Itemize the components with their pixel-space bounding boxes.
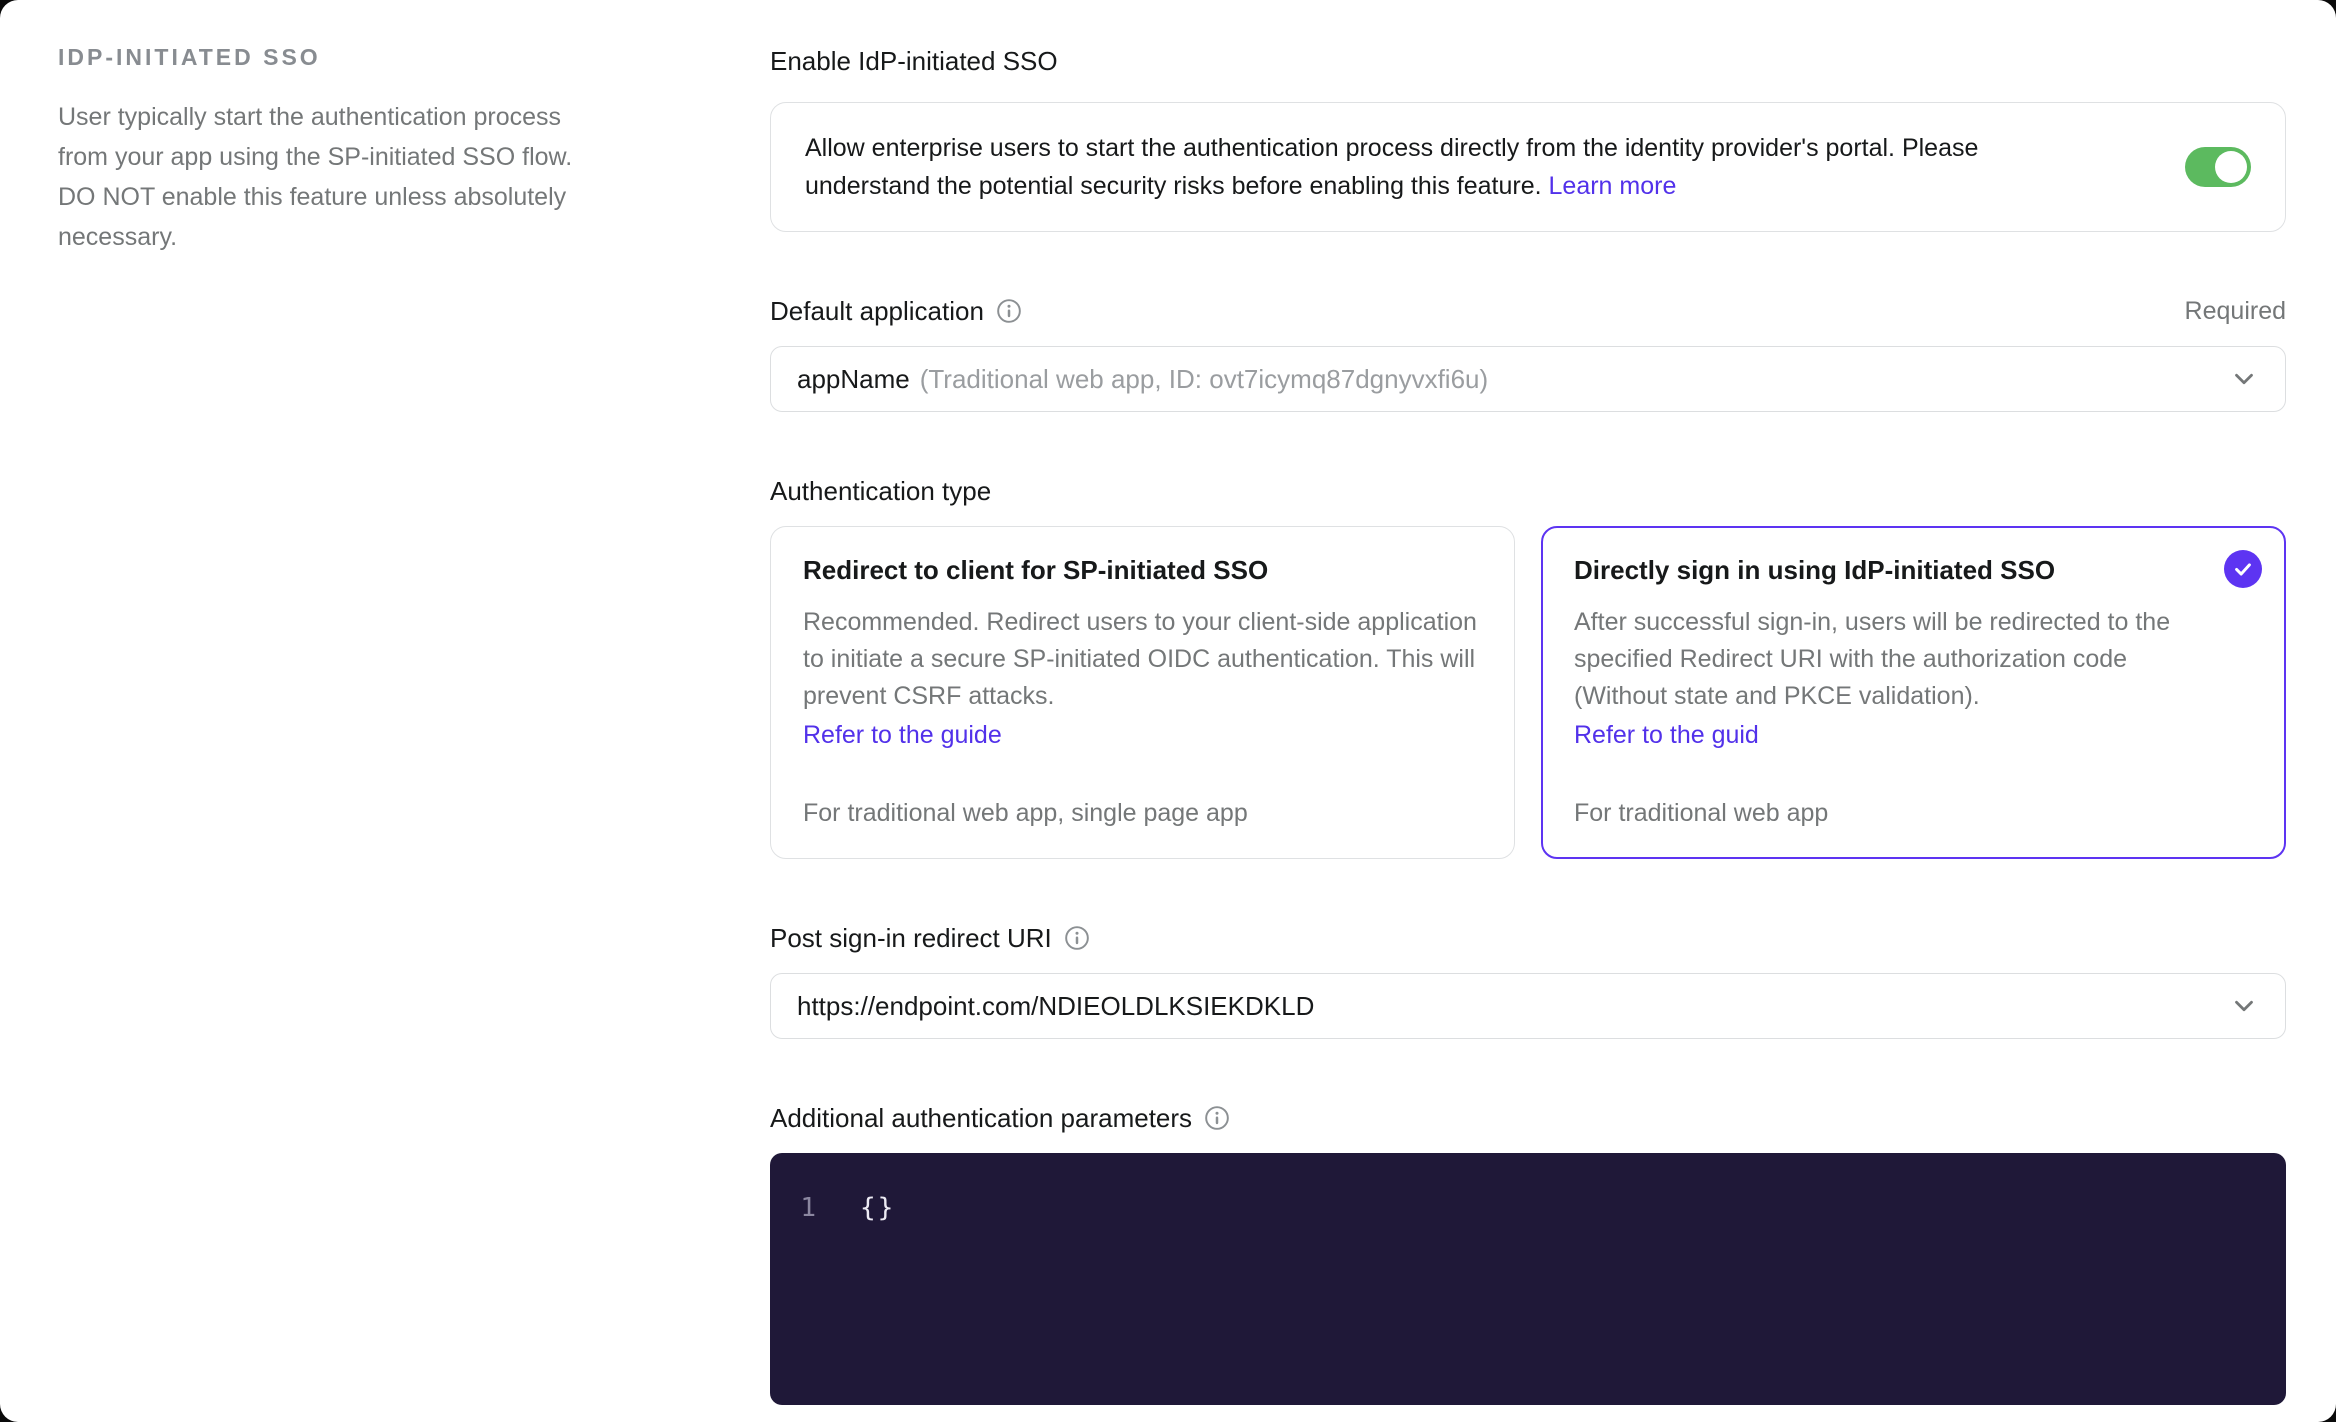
section-intro: IDP-INITIATED SSO User typically start t… [58,44,618,257]
learn-more-link[interactable]: Learn more [1549,172,1677,200]
default-application-label: Default application [770,296,984,326]
redirect-uri-select[interactable]: https://endpoint.com/NDIEOLDLKSIEKDKLD [770,973,2286,1039]
refer-guide-link[interactable]: Refer to the guid [1574,721,2253,750]
authentication-type-section: Authentication type Redirect to client f… [770,474,2286,859]
section-title: IDP-INITIATED SSO [58,44,321,70]
default-application-value: appName [797,363,910,394]
redirect-uri-label: Post sign-in redirect URI [770,923,1052,953]
section-description: User typically start the authentication … [58,103,573,251]
enable-sso-section: Enable IdP-initiated SSO Allow enterpris… [770,44,2286,232]
enable-sso-description-text: Allow enterprise users to start the auth… [805,134,1979,200]
option-title: Directly sign in using IdP-initiated SSO [1574,555,2056,585]
info-icon[interactable] [1064,925,1090,951]
authentication-type-label: Authentication type [770,476,992,506]
option-card-idp-initiated[interactable]: Directly sign in using IdP-initiated SSO… [1541,526,2286,859]
auth-parameters-code-editor[interactable]: 1 {} [770,1153,2286,1405]
redirect-uri-section: Post sign-in redirect URI https://endpoi… [770,921,2286,1039]
info-icon[interactable] [1204,1105,1230,1131]
chevron-down-icon [2229,364,2259,394]
option-description: After successful sign-in, users will be … [1574,608,2171,710]
enable-sso-toggle[interactable] [2185,147,2251,187]
authentication-type-options: Redirect to client for SP-initiated SSO … [770,526,2286,859]
option-card-sp-initiated[interactable]: Redirect to client for SP-initiated SSO … [770,526,1515,859]
enable-sso-card: Allow enterprise users to start the auth… [770,102,2286,232]
enable-sso-description: Allow enterprise users to start the auth… [805,129,2025,205]
default-application-select[interactable]: appName (Traditional web app, ID: ovt7ic… [770,346,2286,412]
chevron-down-icon [2229,991,2259,1021]
info-icon[interactable] [996,298,1022,324]
redirect-uri-value: https://endpoint.com/NDIEOLDLKSIEKDKLD [797,990,1315,1021]
default-application-detail: (Traditional web app, ID: ovt7icymq87dgn… [919,363,1489,394]
required-badge: Required [2184,297,2286,325]
idp-sso-form: Enable IdP-initiated SSO Allow enterpris… [770,44,2286,1405]
code-line-number: 1 [800,1193,816,1223]
auth-parameters-label: Additional authentication parameters [770,1103,1193,1133]
auth-parameters-section: Additional authentication parameters 1 {… [770,1101,2286,1405]
selected-check-icon [2224,550,2262,588]
code-content: {} [860,1193,896,1223]
default-application-section: Default application Required appName (Tr… [770,294,2286,412]
refer-guide-link[interactable]: Refer to the guide [803,721,1482,750]
idp-sso-settings-panel: IDP-INITIATED SSO User typically start t… [0,0,2336,1422]
option-footer: For traditional web app [1574,799,1829,827]
enable-sso-label: Enable IdP-initiated SSO [770,46,1058,76]
toggle-knob [2215,151,2247,183]
option-title: Redirect to client for SP-initiated SSO [803,555,1269,585]
option-footer: For traditional web app, single page app [803,799,1248,827]
option-description: Recommended. Redirect users to your clie… [803,608,1477,710]
